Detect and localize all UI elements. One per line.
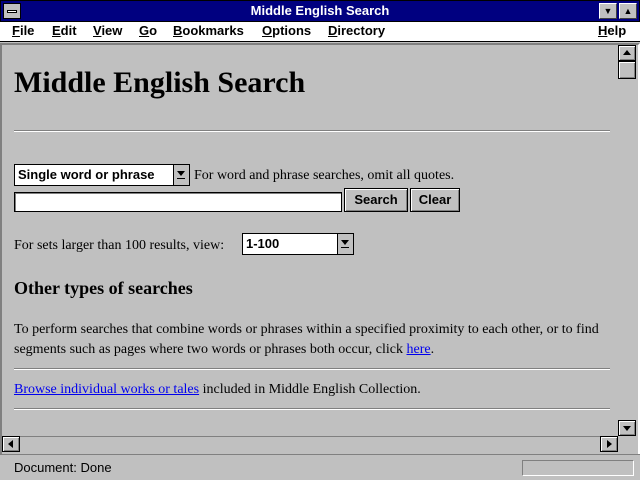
menu-bar: File Edit View Go Bookmarks Options Dire… (0, 22, 640, 42)
proximity-paragraph: To perform searches that combine words o… (14, 322, 599, 357)
scrollbar-corner (618, 436, 636, 452)
scroll-right-icon[interactable] (600, 436, 618, 452)
search-type-value: Single word or phrase (18, 167, 155, 182)
search-input[interactable] (14, 192, 342, 212)
clear-button[interactable]: Clear (410, 188, 460, 212)
menu-view[interactable]: View (93, 23, 122, 38)
results-range-select[interactable]: 1-100 (242, 233, 354, 255)
scroll-down-icon[interactable] (618, 420, 636, 436)
browse-paragraph: Browse individual works or tales include… (14, 382, 421, 397)
menu-directory[interactable]: Directory (328, 23, 385, 38)
vertical-scrollbar[interactable] (618, 45, 636, 436)
title-bar: Middle English Search ▼ ▲ (0, 0, 640, 22)
search-button[interactable]: Search (344, 188, 408, 212)
scroll-up-icon[interactable] (618, 45, 636, 61)
status-bar: Document: Done (0, 454, 640, 480)
horizontal-scrollbar[interactable] (2, 436, 618, 452)
search-hint: For word and phrase searches, omit all q… (194, 168, 455, 183)
maximize-icon[interactable]: ▲ (619, 3, 637, 19)
divider (14, 368, 610, 370)
vertical-scroll-thumb[interactable] (618, 61, 636, 79)
window-title: Middle English Search (250, 3, 390, 18)
results-range-value: 1-100 (246, 236, 280, 251)
progress-indicator (522, 460, 634, 476)
document-content: Middle English Search Single word or phr… (4, 48, 616, 434)
status-text: Document: Done (14, 460, 112, 475)
divider (14, 130, 610, 132)
menu-bookmarks[interactable]: Bookmarks (173, 23, 244, 38)
browse-works-link[interactable]: Browse individual works or tales (14, 382, 199, 397)
divider (14, 408, 610, 410)
proximity-search-link[interactable]: here (407, 342, 431, 357)
minimize-icon[interactable]: ▼ (599, 3, 617, 19)
menu-go[interactable]: Go (139, 23, 157, 38)
dropdown-arrow-icon[interactable] (173, 165, 189, 185)
menu-edit[interactable]: Edit (52, 23, 77, 38)
page-title: Middle English Search (14, 66, 306, 99)
menu-options[interactable]: Options (262, 23, 311, 38)
menu-help[interactable]: Help (598, 23, 626, 38)
dropdown-arrow-icon[interactable] (337, 234, 353, 254)
search-type-select[interactable]: Single word or phrase (14, 164, 190, 186)
other-searches-heading: Other types of searches (14, 278, 193, 298)
results-label: For sets larger than 100 results, view: (14, 238, 225, 253)
scroll-left-icon[interactable] (2, 436, 20, 452)
menu-file[interactable]: File (12, 23, 34, 38)
